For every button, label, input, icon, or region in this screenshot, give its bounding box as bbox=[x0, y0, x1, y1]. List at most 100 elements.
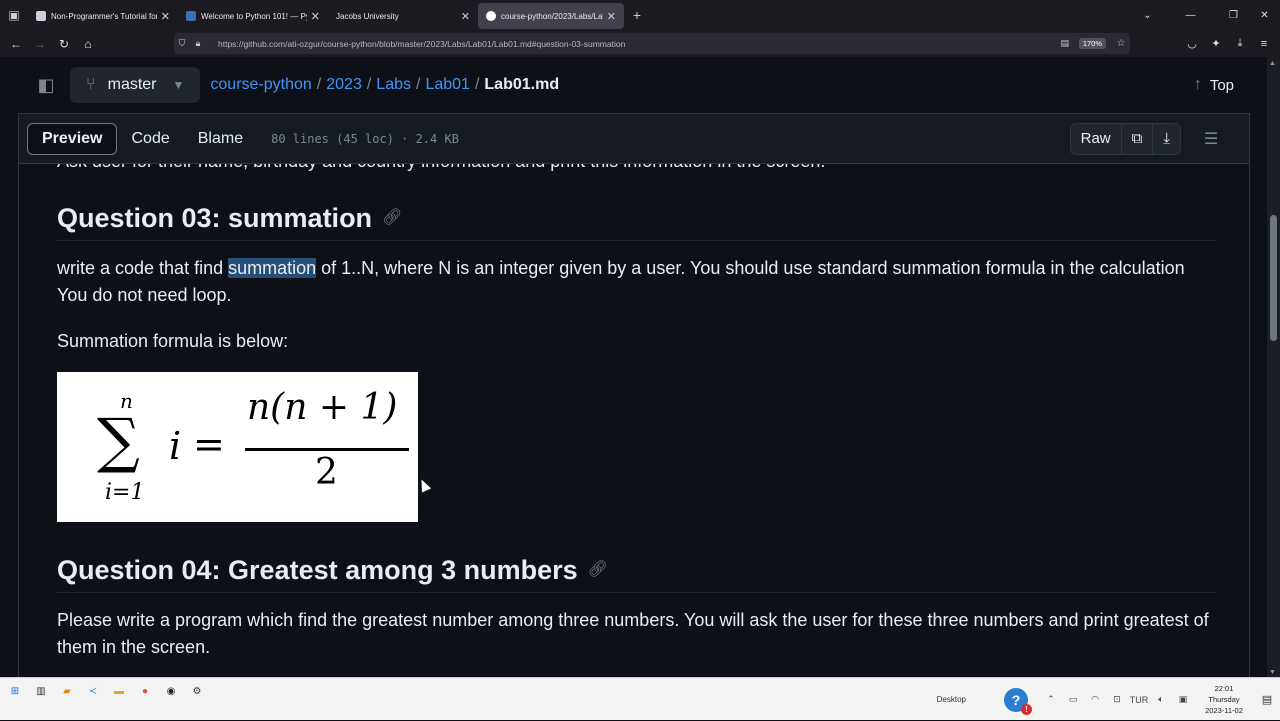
link-anchor-icon[interactable]: 🔗︎ bbox=[588, 550, 608, 590]
network-icon[interactable]: ▭ bbox=[1062, 694, 1084, 705]
wiki-favicon-icon bbox=[36, 11, 46, 21]
shield-icon[interactable]: ⛉ bbox=[174, 38, 190, 49]
close-icon[interactable]: ✕ bbox=[161, 10, 170, 23]
copy-icon[interactable]: ⧉ bbox=[1122, 123, 1154, 154]
menu-icon[interactable]: ≡ bbox=[1252, 38, 1276, 50]
formula-fraction-bar bbox=[245, 448, 409, 451]
system-tray: Desktop ?! ⌃ ▭ ◠ ⊡ TUR 🔈︎ ▣ 22:01 Thursd… bbox=[937, 678, 1280, 721]
close-window-icon[interactable]: ✕ bbox=[1249, 10, 1280, 21]
pocket-icon[interactable]: ◡ bbox=[1180, 37, 1204, 50]
formula-lower-limit: i=1 bbox=[105, 480, 145, 505]
tray-bluetooth-icon[interactable]: ⊡ bbox=[1106, 694, 1128, 705]
bookmark-star-icon[interactable]: ☆ bbox=[1112, 38, 1130, 49]
page-scrollbar[interactable]: ▲ ▼ bbox=[1267, 57, 1280, 677]
taskview-icon[interactable]: ▥ bbox=[30, 682, 52, 700]
firefox-icon[interactable]: ● bbox=[134, 682, 156, 700]
top-label: Top bbox=[1209, 76, 1234, 94]
chevron-up-icon[interactable]: ⌃ bbox=[1040, 694, 1062, 705]
paragraph-formula-intro: Summation formula is below: bbox=[57, 331, 289, 351]
taskbar-apps: ⊞ ▥ ▰ ≺ ▬ ● ◉ ⚙ bbox=[4, 682, 208, 700]
heading-text: Question 04: Greatest among 3 numbers bbox=[57, 555, 578, 585]
view-mode-switch: Preview Code Blame bbox=[27, 122, 257, 155]
file-breadcrumb-bar: ◧ ⑂ master ▼ course-python / 2023 / Labs… bbox=[18, 57, 1250, 113]
branch-selector[interactable]: ⑂ master ▼ bbox=[70, 67, 201, 103]
outline-list-icon[interactable]: ☰ bbox=[1195, 129, 1227, 149]
url-text[interactable]: https://github.com/ati-ozgur/course-pyth… bbox=[218, 39, 1057, 49]
clock-date: 2023-11-02 bbox=[1205, 706, 1243, 715]
reload-icon[interactable]: ↻ bbox=[52, 37, 76, 51]
help-icon[interactable]: ?! bbox=[1004, 687, 1032, 715]
breadcrumb-2023[interactable]: 2023 bbox=[326, 76, 362, 94]
desktop-toolbar-label[interactable]: Desktop bbox=[937, 695, 966, 704]
notification-icon[interactable]: ▤ bbox=[1254, 693, 1280, 706]
new-tab-icon[interactable]: + bbox=[624, 7, 650, 23]
window-controls: ⌄ — ❐ ✕ bbox=[1132, 0, 1280, 30]
breadcrumb: course-python / 2023 / Labs / Lab01 / La… bbox=[210, 76, 559, 94]
file-header: Preview Code Blame 80 lines (45 loc) · 2… bbox=[18, 113, 1250, 164]
caret-down-icon: ▼ bbox=[172, 78, 185, 92]
git-branch-icon: ⑂ bbox=[86, 76, 96, 93]
link-anchor-icon[interactable]: 🔗︎ bbox=[382, 198, 402, 238]
tab-code[interactable]: Code bbox=[117, 123, 183, 155]
restore-icon[interactable]: ❐ bbox=[1218, 10, 1249, 21]
download-icon[interactable]: ⤓ bbox=[1153, 124, 1180, 154]
close-icon[interactable]: ✕ bbox=[607, 10, 616, 23]
scrollbar-thumb[interactable] bbox=[1270, 215, 1277, 341]
tab-python101[interactable]: Welcome to Python 101! — Pytho ✕ bbox=[178, 3, 328, 29]
tab-title: course-python/2023/Labs/Lab0 bbox=[501, 11, 603, 21]
markdown-body: Ask user for their name, birthday and co… bbox=[18, 164, 1250, 677]
reader-view-icon[interactable]: ▤ bbox=[1057, 38, 1073, 49]
downloads-icon[interactable]: ⤓ bbox=[1228, 37, 1252, 50]
tab-nonprogrammer[interactable]: Non-Programmer's Tutorial for ✕ bbox=[28, 3, 178, 29]
home-icon[interactable]: ⌂ bbox=[76, 37, 100, 51]
language-indicator[interactable]: TUR bbox=[1128, 695, 1150, 705]
close-icon[interactable]: ✕ bbox=[461, 10, 470, 23]
close-icon[interactable]: ✕ bbox=[311, 10, 320, 23]
top-button[interactable]: ↑ Top bbox=[1194, 76, 1234, 94]
breadcrumb-repo[interactable]: course-python bbox=[210, 76, 311, 94]
formula-variable: i bbox=[169, 424, 182, 468]
tab-course-python[interactable]: course-python/2023/Labs/Lab0 ✕ bbox=[478, 3, 624, 29]
minimize-icon[interactable]: — bbox=[1163, 10, 1218, 21]
volume-icon[interactable]: 🔈︎ bbox=[1150, 694, 1172, 705]
raw-button[interactable]: Raw bbox=[1071, 123, 1122, 154]
formula-numerator: n(n + 1) bbox=[247, 387, 398, 428]
sublime-icon[interactable]: ▰ bbox=[56, 682, 78, 700]
lock-icon[interactable]: 🔒︎ bbox=[190, 38, 206, 49]
heading-text: Question 03: summation bbox=[57, 203, 373, 233]
scroll-down-icon[interactable]: ▼ bbox=[1269, 669, 1276, 676]
breadcrumb-labs[interactable]: Labs bbox=[376, 76, 411, 94]
paragraph-q3: write a code that find summation of 1..N… bbox=[57, 255, 1217, 309]
scroll-up-icon[interactable]: ▲ bbox=[1269, 60, 1276, 67]
display-icon[interactable]: ▣ bbox=[1172, 694, 1194, 705]
file-meta: 80 lines (45 loc) · 2.4 KB bbox=[271, 131, 459, 146]
tab-jacobs[interactable]: Jacobs University ✕ bbox=[328, 3, 478, 29]
breadcrumb-separator: / bbox=[474, 76, 480, 93]
settings-gear-icon[interactable]: ⚙ bbox=[186, 682, 208, 700]
tab-list-icon[interactable]: ▣ bbox=[0, 0, 28, 30]
breadcrumb-lab01[interactable]: Lab01 bbox=[425, 76, 470, 94]
tab-strip: ▣ Non-Programmer's Tutorial for ✕ Welcom… bbox=[0, 0, 1280, 30]
paragraph-q2-cut: Ask user for their name, birthday and co… bbox=[57, 164, 1217, 172]
extensions-icon[interactable]: ✦ bbox=[1204, 37, 1228, 50]
breadcrumb-separator: / bbox=[416, 76, 421, 93]
obs-icon[interactable]: ◉ bbox=[160, 682, 182, 700]
chevron-down-icon[interactable]: ⌄ bbox=[1132, 10, 1163, 21]
clock[interactable]: 22:01 Thursday 2023-11-02 bbox=[1198, 683, 1250, 716]
tab-preview[interactable]: Preview bbox=[27, 122, 118, 155]
forward-icon[interactable]: → bbox=[28, 37, 52, 51]
start-icon[interactable]: ⊞ bbox=[4, 682, 26, 700]
python-favicon-icon bbox=[186, 11, 196, 21]
windows-taskbar: ⊞ ▥ ▰ ≺ ▬ ● ◉ ⚙ Desktop ?! ⌃ ▭ ◠ ⊡ TUR 🔈… bbox=[0, 677, 1280, 720]
clock-time: 22:01 bbox=[1214, 684, 1234, 693]
vscode-icon[interactable]: ≺ bbox=[82, 682, 104, 700]
file-explorer-icon[interactable]: ▬ bbox=[108, 682, 130, 700]
zoom-level[interactable]: 170% bbox=[1078, 38, 1106, 49]
tab-title: Welcome to Python 101! — Pytho bbox=[201, 11, 307, 21]
breadcrumb-separator: / bbox=[366, 76, 372, 93]
tab-blame[interactable]: Blame bbox=[184, 123, 257, 155]
wifi-icon[interactable]: ◠ bbox=[1084, 694, 1106, 705]
back-icon[interactable]: ← bbox=[4, 37, 28, 51]
url-bar[interactable]: ⛉ 🔒︎ https://github.com/ati-ozgur/course… bbox=[174, 33, 1130, 54]
sidebar-toggle-icon[interactable]: ◧ bbox=[18, 65, 74, 105]
